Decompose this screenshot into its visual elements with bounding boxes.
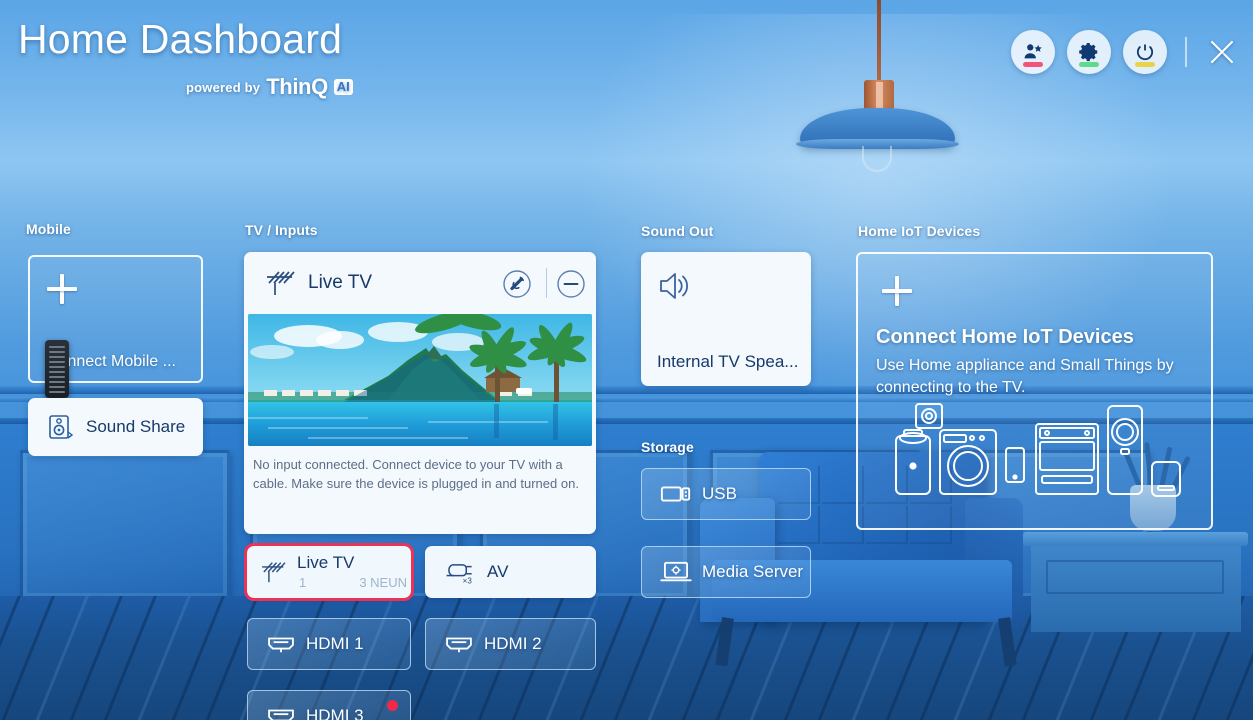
connect-home-iot-card[interactable]: Connect Home IoT Devices Use Home applia… (856, 252, 1213, 530)
av-plug-icon: ×3 (446, 564, 473, 585)
home-dashboard-screen: Home Dashboard powered by ThinQ AI Mobil… (0, 0, 1253, 720)
iot-devices-illustration (894, 402, 1194, 522)
input-tile-live-tv-label: Live TV (297, 553, 355, 572)
hdmi-icon (268, 637, 294, 653)
live-tv-preview-image (248, 314, 592, 446)
live-tv-preview-title: Live TV (308, 272, 373, 293)
disconnect-plug-icon (503, 270, 531, 298)
antenna-icon (262, 562, 286, 583)
usb-icon (660, 486, 691, 502)
user-profile-icon (1024, 44, 1042, 59)
svg-text:×3: ×3 (463, 577, 473, 585)
air-purifier-icon (895, 429, 931, 495)
storage-tile-usb[interactable]: USB (641, 468, 811, 520)
input-tile-hdmi-2[interactable]: HDMI 2 (425, 618, 596, 670)
floor-plank (0, 596, 37, 720)
input-tile-av-label: AV (487, 562, 509, 581)
input-tile-live-tv-channel-number: 1 (299, 575, 307, 590)
sound-out-card[interactable]: Internal TV Spea... (641, 252, 811, 386)
smartphone-icon (1005, 447, 1025, 483)
input-tile-hdmi-1[interactable]: HDMI 1 (247, 618, 411, 670)
sound-out-device-label: Internal TV Spea... (657, 352, 799, 371)
refresh-power-button[interactable] (1123, 30, 1167, 74)
page-title: Home Dashboard (18, 16, 343, 62)
input-tile-live-tv-channel-name: 3 NEUN (359, 575, 407, 590)
sound-share-label: Sound Share (86, 417, 186, 436)
sound-share-icon (49, 415, 74, 439)
wall-panel (20, 450, 230, 600)
floor-plank (87, 596, 173, 720)
hdmi-icon (446, 637, 472, 653)
input-tile-av[interactable]: ×3 AV (425, 546, 596, 598)
input-tile-hdmi-1-label: HDMI 1 (306, 634, 364, 653)
oven-icon (1035, 423, 1099, 495)
floor-plank (155, 596, 241, 720)
storage-tile-media-server[interactable]: Media Server (641, 546, 811, 598)
input-tile-live-tv[interactable]: Live TV 1 3 NEUN (244, 543, 414, 601)
user-profile-underline (1023, 62, 1043, 67)
section-label-mobile: Mobile (26, 221, 71, 237)
input-tile-hdmi-3[interactable]: HDMI 3 (247, 690, 411, 720)
washing-machine-icon (939, 429, 997, 495)
powered-by-thinq: powered by ThinQ AI (186, 74, 353, 100)
floor-plank (121, 596, 207, 720)
section-label-home-iot: Home IoT Devices (858, 223, 981, 239)
floor-plank (597, 596, 683, 720)
minus-circle-icon (557, 270, 585, 298)
refresh-power-icon (1136, 44, 1154, 61)
media-server-icon (660, 561, 692, 582)
floor-plank (19, 596, 105, 720)
powered-by-label: powered by (186, 79, 261, 95)
no-input-message: No input connected. Connect device to yo… (253, 457, 579, 491)
input-tile-hdmi-3-label: HDMI 3 (306, 706, 364, 720)
smart-display-icon (915, 403, 943, 429)
speaker-icon (660, 273, 689, 299)
section-label-sound-out: Sound Out (641, 223, 714, 239)
tropical-island-artwork (248, 314, 592, 446)
header-actions (1011, 30, 1239, 74)
ai-badge: AI (333, 78, 353, 96)
connect-home-iot-description-line2: connecting to the TV. (876, 379, 1026, 396)
lamp-cord (877, 0, 881, 86)
connect-home-iot-title: Connect Home IoT Devices (876, 326, 1134, 348)
antenna-icon (267, 271, 295, 295)
floor-plank (0, 596, 3, 720)
floor-plank (53, 596, 139, 720)
smart-speaker-icon (1151, 461, 1181, 497)
sound-share-button[interactable]: Sound Share (28, 398, 203, 456)
plus-icon (882, 276, 924, 318)
refresh-power-underline (1135, 62, 1155, 67)
preview-action-divider (545, 268, 547, 298)
side-table-drawer (1046, 560, 1224, 594)
header-divider (1185, 37, 1187, 67)
styler-icon (1107, 405, 1143, 495)
plus-icon (47, 274, 77, 304)
settings-button[interactable] (1067, 30, 1111, 74)
section-label-tv-inputs: TV / Inputs (245, 222, 318, 238)
input-tile-hdmi-3-notification-dot (387, 700, 398, 711)
remove-input-button[interactable] (556, 269, 586, 304)
live-tv-preview-card[interactable]: Live TV No input connected. Connect devi… (244, 252, 596, 534)
connect-home-iot-description-line1: Use Home appliance and Small Things by (876, 357, 1174, 374)
storage-tile-media-server-label: Media Server (702, 562, 804, 581)
section-label-storage: Storage (641, 439, 694, 455)
user-profile-button[interactable] (1011, 30, 1055, 74)
hdmi-icon (268, 709, 294, 720)
tv-remote-overlay (45, 340, 69, 398)
storage-tile-usb-label: USB (702, 484, 737, 503)
disconnect-input-button[interactable] (502, 269, 532, 304)
input-tile-hdmi-2-label: HDMI 2 (484, 634, 542, 653)
thinq-brand-label: ThinQ (266, 74, 328, 99)
close-icon[interactable] (1205, 35, 1239, 69)
settings-gear-icon (1079, 43, 1098, 62)
settings-underline (1079, 62, 1099, 67)
side-table-top (1023, 532, 1248, 546)
